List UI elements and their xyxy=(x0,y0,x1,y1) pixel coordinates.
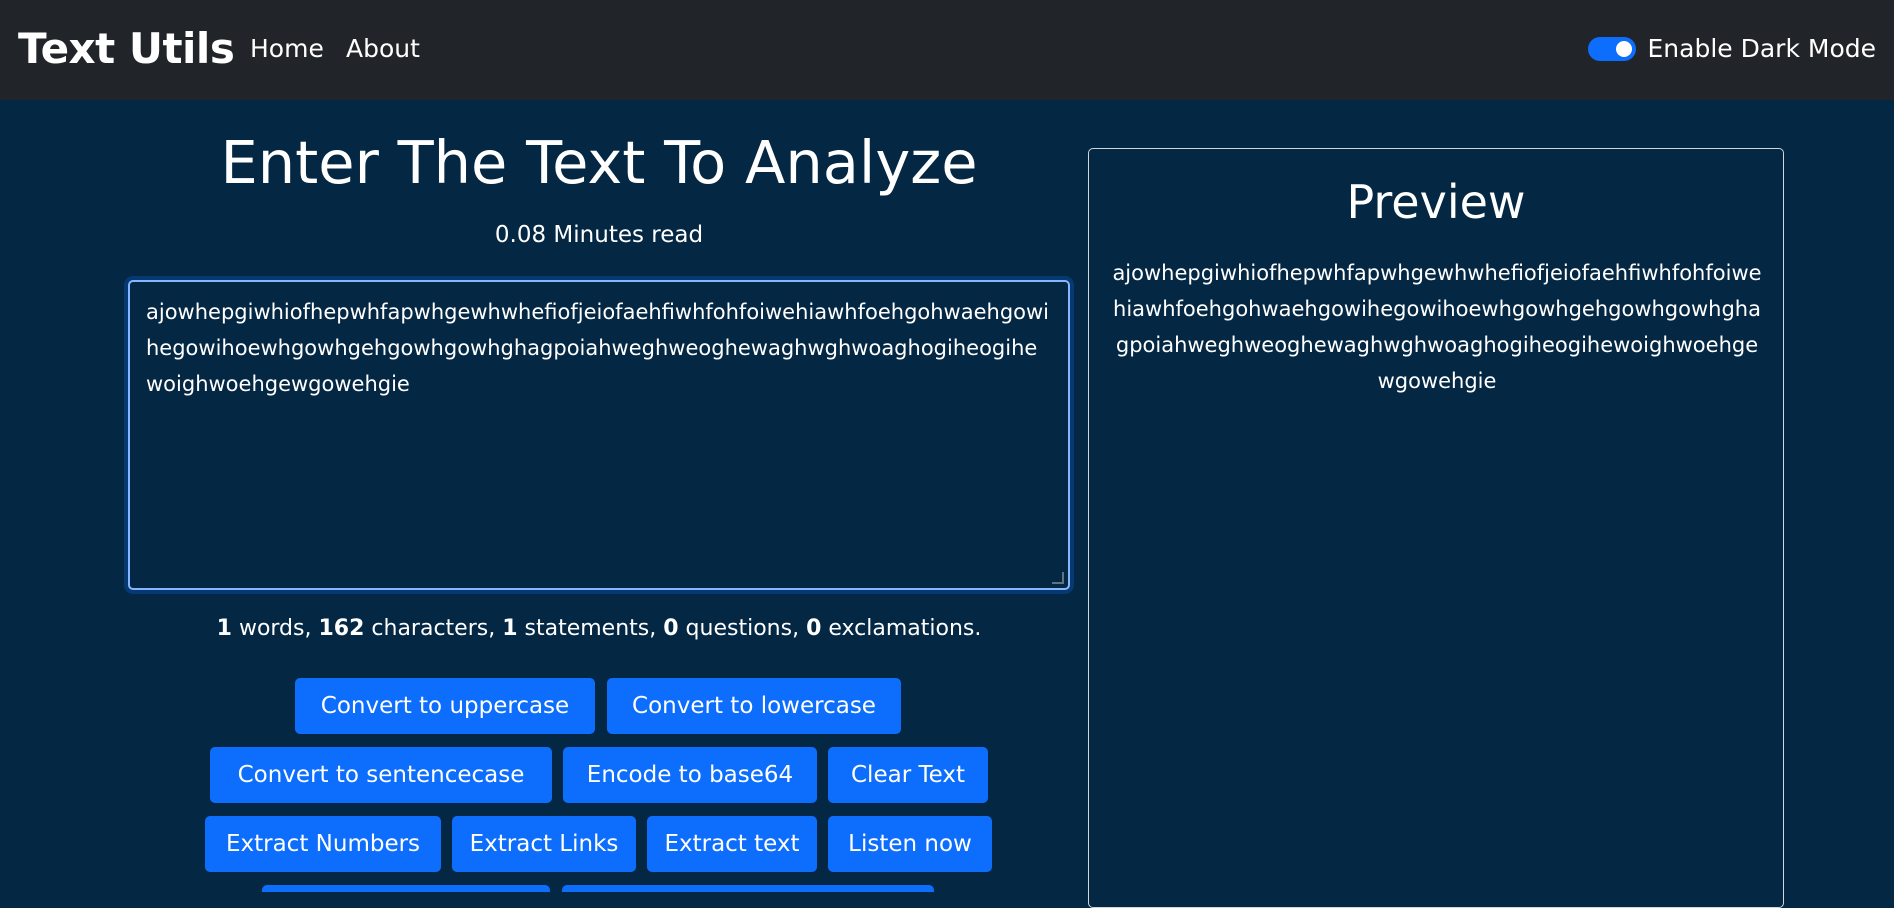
dark-mode-switch: Enable Dark Mode xyxy=(1587,34,1877,63)
page-title: Enter The Text To Analyze xyxy=(220,128,978,197)
questions-label: questions, xyxy=(678,616,807,641)
nav-about-link[interactable]: About xyxy=(346,34,420,63)
base64-button[interactable]: Encode to base64 xyxy=(563,747,817,803)
exclamations-label: exclamations. xyxy=(821,616,982,641)
lowercase-button[interactable]: Convert to lowercase xyxy=(607,678,901,734)
preview-text: ajowhepgiwhiofhepwhfapwhgewhwhefiofjeiof… xyxy=(1112,261,1762,393)
partial-button-1[interactable] xyxy=(262,885,550,892)
sentencecase-button[interactable]: Convert to sentencecase xyxy=(210,747,552,803)
preview-title: Preview xyxy=(1346,175,1526,229)
clear-text-button[interactable]: Clear Text xyxy=(828,747,988,803)
uppercase-button[interactable]: Convert to uppercase xyxy=(295,678,595,734)
dark-mode-toggle[interactable] xyxy=(1587,36,1636,61)
characters-label: characters, xyxy=(364,616,503,641)
words-label: words, xyxy=(231,616,319,641)
character-count: 162 xyxy=(318,616,365,641)
brand-logo[interactable]: Text Utils xyxy=(18,24,235,73)
exclamation-count: 0 xyxy=(806,616,822,641)
partial-button-2[interactable] xyxy=(562,885,934,892)
text-input[interactable]: ajowhepgiwhiofhepwhfapwhgewhwhefiofjeiof… xyxy=(128,280,1070,590)
preview-card: Preview ajowhepgiwhiofhepwhfapwhgewhwhef… xyxy=(1088,148,1784,908)
dark-mode-label[interactable]: Enable Dark Mode xyxy=(1648,34,1877,63)
word-count: 1 xyxy=(216,616,232,641)
toggle-knob xyxy=(1615,40,1632,57)
extract-text-button[interactable]: Extract text xyxy=(647,816,817,872)
read-time: 0.08 Minutes read xyxy=(494,222,704,248)
text-input-value: ajowhepgiwhiofhepwhfapwhgewhwhefiofjeiof… xyxy=(146,300,1050,396)
statements-label: statements, xyxy=(517,616,664,641)
question-count: 0 xyxy=(663,616,679,641)
resize-handle[interactable] xyxy=(1052,572,1064,584)
statement-count: 1 xyxy=(502,616,518,641)
navbar: Text Utils Home About Enable Dark Mode xyxy=(0,0,1894,100)
listen-now-button[interactable]: Listen now xyxy=(828,816,992,872)
nav-home-link[interactable]: Home xyxy=(250,34,324,63)
extract-numbers-button[interactable]: Extract Numbers xyxy=(205,816,441,872)
text-stats: 1 words, 162 characters, 1 statements, 0… xyxy=(128,616,1070,641)
extract-links-button[interactable]: Extract Links xyxy=(452,816,636,872)
